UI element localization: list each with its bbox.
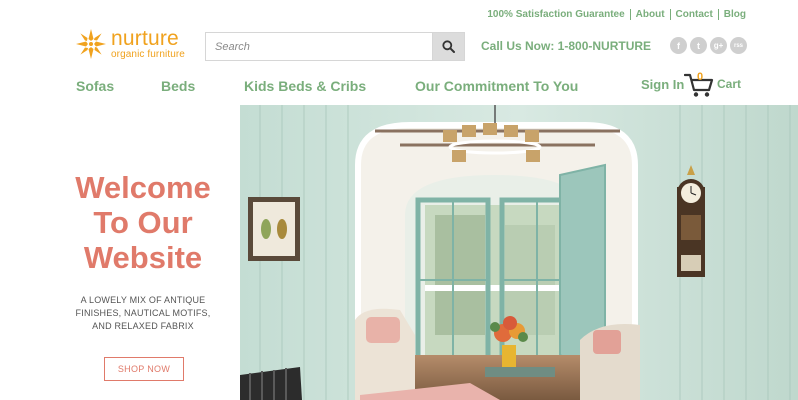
search-button[interactable] [432,33,464,60]
cottage-interior-image [240,105,798,400]
nav-kids-beds-cribs[interactable]: Kids Beds & Cribs [244,78,366,94]
rss-icon[interactable]: rss [730,37,747,54]
cart-count: 0 [697,71,704,83]
contact-link[interactable]: Contact [669,9,718,20]
cart-label: Cart [717,77,742,91]
sign-in-link[interactable]: Sign In [641,77,684,92]
hero-image [240,105,798,400]
social-links: f t g+ rss [670,37,747,54]
hero-title: Welcome To Our Website [75,170,211,275]
flower-logo-icon [76,29,106,59]
search-input[interactable] [206,33,432,60]
phone-number: Call Us Now: 1-800-NURTURE [481,39,652,53]
shop-now-button[interactable]: SHOP NOW [104,357,184,381]
search-icon [442,40,455,53]
logo-name: nurture [111,27,179,50]
satisfaction-guarantee-link[interactable]: 100% Satisfaction Guarantee [487,9,629,20]
twitter-icon[interactable]: t [690,37,707,54]
nav-beds[interactable]: Beds [161,78,195,94]
nav-sofas[interactable]: Sofas [76,78,114,94]
hero-subtitle: A LOWELY MIX OF ANTIQUE FINISHES, NAUTIC… [75,295,211,331]
blog-link[interactable]: Blog [717,9,746,20]
site-logo[interactable]: nurture organic furniture [74,27,185,61]
about-link[interactable]: About [629,9,670,20]
search-bar [205,32,465,61]
nav-our-commitment[interactable]: Our Commitment To You [415,78,578,94]
cart-button[interactable]: 0 Cart [683,71,742,98]
google-plus-icon[interactable]: g+ [710,37,727,54]
utility-links: 100% Satisfaction Guarantee About Contac… [487,9,746,20]
logo-tagline: organic furniture [111,49,185,60]
facebook-icon[interactable]: f [670,37,687,54]
